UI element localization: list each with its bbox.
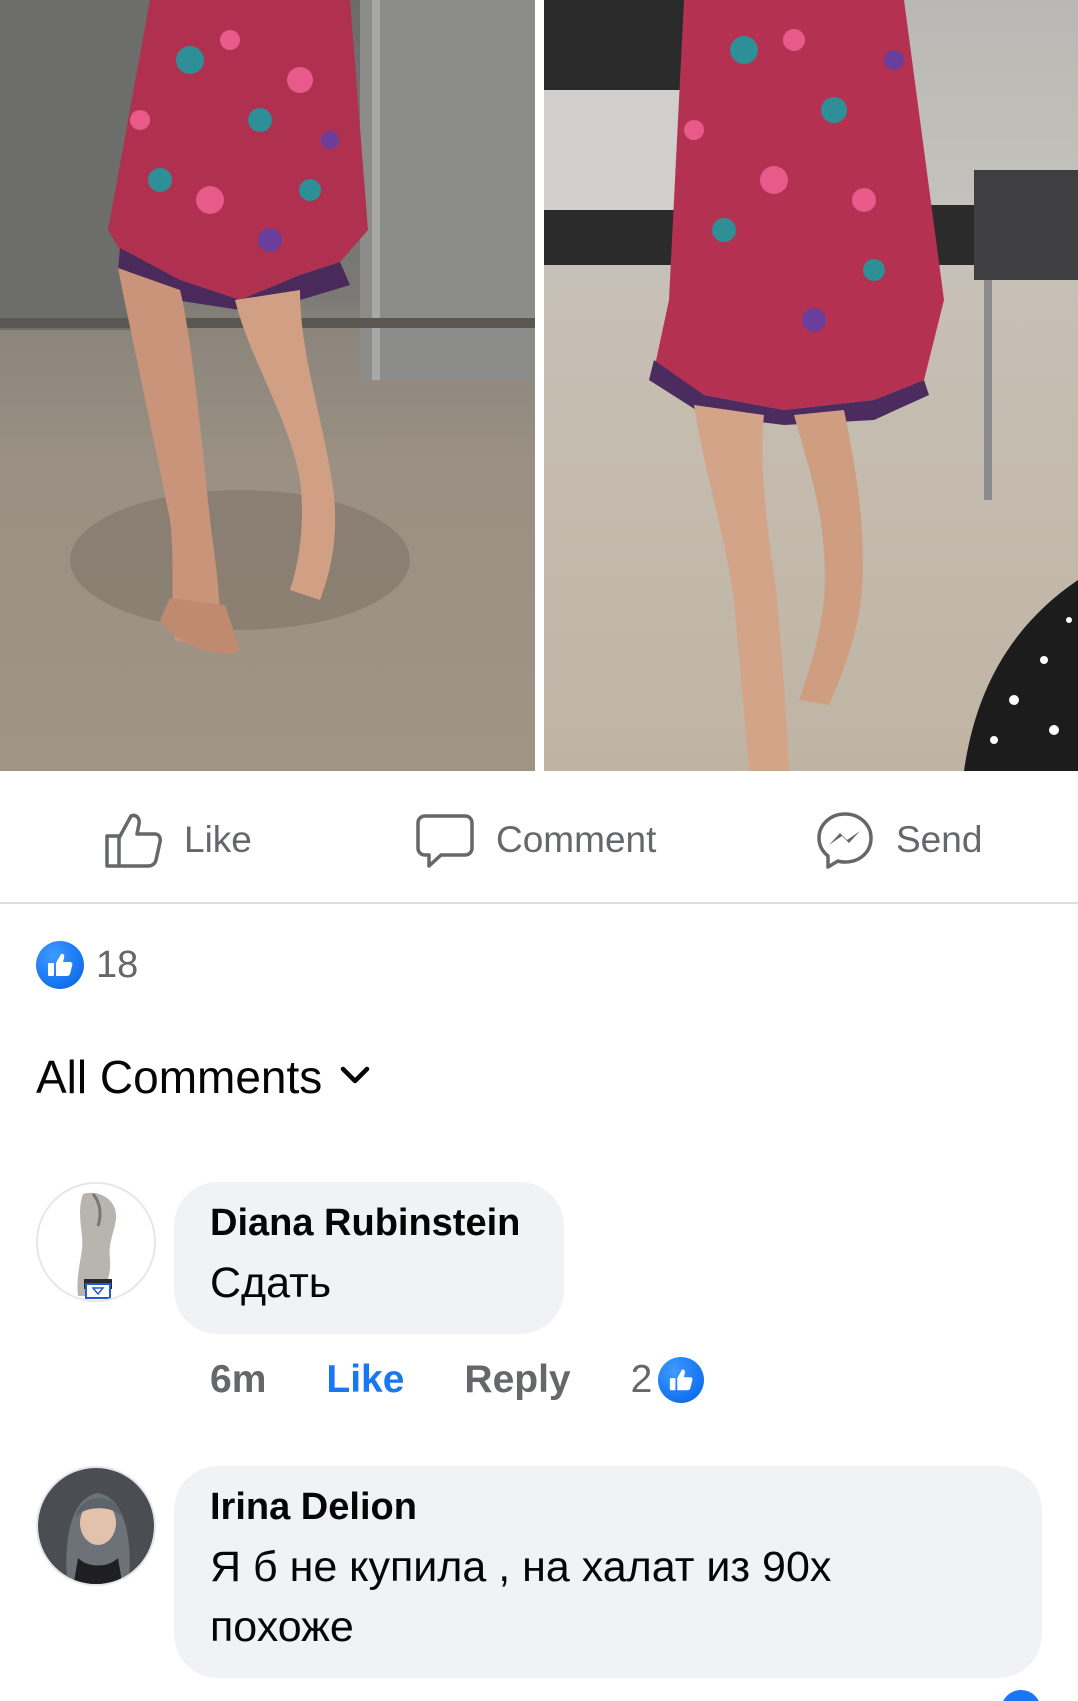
comment-bubble[interactable]: Irina Delion Я б не купила , на халат из…: [174, 1466, 1042, 1678]
post-photo-left[interactable]: [0, 0, 535, 771]
like-reaction-icon: [36, 941, 84, 989]
comment-author[interactable]: Diana Rubinstein: [210, 1202, 528, 1245]
comment-text: Я б не купила , на халат из 90х похоже: [210, 1537, 1006, 1657]
comment-filter-label: All Comments: [36, 1051, 323, 1103]
reaction-summary[interactable]: 18: [36, 939, 138, 991]
like-button[interactable]: Like: [102, 809, 252, 871]
send-button-label: Send: [896, 819, 983, 860]
post-photo-grid: [0, 0, 1078, 771]
messenger-icon: [814, 809, 876, 871]
comment-item: Diana Rubinstein Сдать 6m Like Reply 2: [36, 1182, 1036, 1422]
avatar[interactable]: [36, 1466, 156, 1586]
comment-like-button[interactable]: Like: [326, 1358, 404, 1402]
comment-reply-button[interactable]: Reply: [464, 1358, 570, 1402]
comment-button-label: Comment: [496, 819, 657, 860]
comment-filter-dropdown[interactable]: All Comments: [36, 1050, 372, 1104]
comment-timestamp[interactable]: 6m: [210, 1358, 266, 1402]
comment-bubble-icon: [414, 809, 476, 871]
comment-text: Сдать: [210, 1259, 332, 1307]
comment-text-line: похоже: [210, 1603, 354, 1651]
comment-text-line: Я б не купила , на халат из 90х: [210, 1543, 832, 1591]
thumbs-up-icon: [102, 809, 164, 871]
post-photo-right[interactable]: [544, 0, 1078, 771]
chevron-down-icon: [338, 1063, 372, 1092]
reaction-count: 18: [96, 943, 139, 986]
comment-meta: 6m Like Reply 2: [210, 1357, 705, 1403]
send-button[interactable]: Send: [814, 809, 982, 871]
comment-reaction-count[interactable]: 2: [631, 1358, 653, 1402]
post-action-bar: Like Comment Send: [0, 771, 1078, 904]
avatar[interactable]: [36, 1182, 156, 1302]
comment-bubble[interactable]: Diana Rubinstein Сдать: [174, 1182, 564, 1334]
photo-left-illustration: [0, 0, 535, 654]
photo-right-illustration: [544, 0, 1078, 771]
comment-author[interactable]: Irina Delion: [210, 1486, 1006, 1529]
like-button-label: Like: [184, 819, 252, 860]
comment-button[interactable]: Comment: [414, 809, 656, 871]
comment-like-reaction-icon[interactable]: [658, 1357, 705, 1403]
comment-item: Irina Delion Я б не купила , на халат из…: [36, 1466, 1078, 1701]
